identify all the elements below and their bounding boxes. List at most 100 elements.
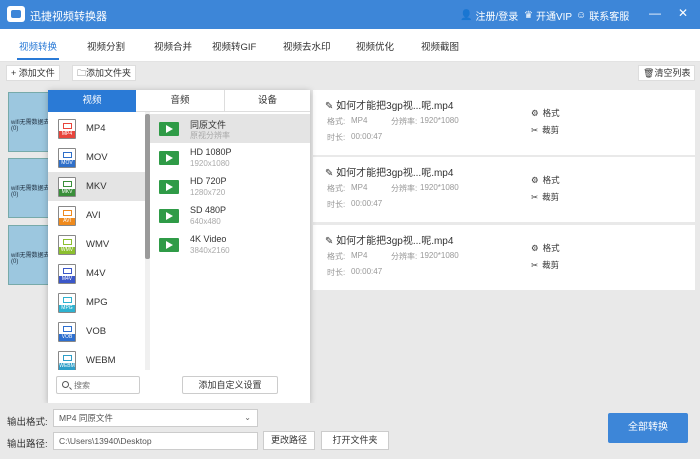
file-name: ✎ 如何才能把3gp视...呢.mp4 <box>325 101 454 112</box>
video-thumbnail[interactable]: wifi无需数据去(0) <box>8 225 52 285</box>
user-icon: 👤 <box>460 10 473 21</box>
format-popup: 视频 音频 设备 MP4 MP4 MOV MOV MKV MKV AVI AVI WMV WMV M… <box>48 90 310 403</box>
format-label: MOV <box>86 152 108 163</box>
support-button[interactable]: ☺ 联系客服 <box>576 8 629 23</box>
output-format-label: 输出格式: <box>7 417 48 428</box>
main-tabs: 视频转换 视频分割 视频合并 视频转GIF 视频去水印 视频优化 视频截图 <box>0 29 700 62</box>
bottom-bar: 输出格式: MP4 同原文件 ⌄ 输出路径: C:\Users\13940\De… <box>0 403 700 459</box>
format-label: 格式: <box>327 184 346 193</box>
format-label: MKV <box>86 181 107 192</box>
cut-button[interactable]: ✂ 裁剪 <box>531 259 559 271</box>
quality-resolution: 3840x2160 <box>190 246 230 255</box>
video-thumbnail[interactable]: wifi无需数据去(0) <box>8 92 52 152</box>
video-icon <box>159 122 179 136</box>
format-value: MP4 <box>351 251 368 260</box>
duration-label: 时长: <box>327 200 346 209</box>
tab-video-to-gif[interactable]: 视频转GIF <box>212 39 256 53</box>
format-search-input[interactable] <box>74 379 136 391</box>
output-path-label: 输出路径: <box>7 439 48 450</box>
format-value: MP4 <box>351 183 368 192</box>
resolution-value: 1920*1080 <box>420 183 459 192</box>
format-settings-button[interactable]: ⚙ 格式 <box>531 107 560 119</box>
tab-audio-formats[interactable]: 音频 <box>136 90 224 112</box>
app-logo-icon <box>7 6 25 22</box>
add-folder-button[interactable]: 🗀添加文件夹 <box>72 65 137 81</box>
tab-video-formats[interactable]: 视频 <box>48 90 136 112</box>
quality-name: HD 1080P <box>190 147 232 157</box>
plus-icon: + <box>11 68 17 78</box>
quality-item[interactable]: SD 480P 640x480 <box>150 201 310 230</box>
tab-video-merge[interactable]: 视频合并 <box>154 39 192 53</box>
convert-all-button[interactable]: 全部转换 <box>608 413 688 443</box>
format-item-mpg[interactable]: MPG MPG <box>48 288 145 317</box>
format-item-wmv[interactable]: WMV WMV <box>48 230 145 259</box>
format-item-mp4[interactable]: MP4 MP4 <box>48 114 145 143</box>
quality-resolution: 640x480 <box>190 217 221 226</box>
format-settings-button[interactable]: ⚙ 格式 <box>531 242 560 254</box>
gear-icon: ⚙ <box>531 242 539 253</box>
format-search-field[interactable] <box>56 376 140 394</box>
gear-icon: ⚙ <box>531 107 539 118</box>
quality-item[interactable]: HD 720P 1280x720 <box>150 172 310 201</box>
quality-item[interactable]: HD 1080P 1920x1080 <box>150 143 310 172</box>
video-thumbnail[interactable]: wifi无需数据去(0) <box>8 158 52 218</box>
output-path-field[interactable]: C:\Users\13940\Desktop <box>53 432 258 450</box>
format-item-mkv[interactable]: MKV MKV <box>48 172 145 201</box>
file-row[interactable]: ✎ 如何才能把3gp视...呢.mp4 格式: MP4 分辨率: 1920*10… <box>313 157 695 222</box>
output-format-value: MP4 同原文件 <box>59 413 113 423</box>
open-folder-button[interactable]: 打开文件夹 <box>321 431 389 450</box>
vip-icon: ♛ <box>524 10 533 21</box>
tab-video-split[interactable]: 视频分割 <box>87 39 125 53</box>
app-title: 迅捷视频转换器 <box>30 11 107 23</box>
tab-video-convert[interactable]: 视频转换 <box>16 39 60 60</box>
clear-list-button[interactable]: 🗑清空列表 <box>638 65 696 81</box>
tab-remove-watermark[interactable]: 视频去水印 <box>283 39 331 53</box>
format-item-vob[interactable]: VOB VOB <box>48 317 145 346</box>
format-label: MPG <box>86 297 108 308</box>
format-item-webm[interactable]: WEBM WEBM <box>48 346 145 370</box>
duration-value: 00:00:47 <box>351 199 383 208</box>
support-icon: ☺ <box>576 10 587 21</box>
close-button[interactable]: ✕ <box>676 6 690 20</box>
vip-button[interactable]: ♛ 开通VIP <box>524 8 572 23</box>
video-file-icon: VOB <box>58 322 76 342</box>
edit-icon: ✎ <box>325 101 334 112</box>
quality-item[interactable]: 4K Video 3840x2160 <box>150 230 310 259</box>
format-settings-button[interactable]: ⚙ 格式 <box>531 174 560 186</box>
scissors-icon: ✂ <box>531 191 539 202</box>
change-path-button[interactable]: 更改路径 <box>263 431 315 450</box>
tab-video-screenshot[interactable]: 视频截图 <box>421 39 459 53</box>
video-file-icon: WMV <box>58 235 76 255</box>
resolution-label: 分辨率: <box>391 117 418 126</box>
format-item-m4v[interactable]: M4V M4V <box>48 259 145 288</box>
duration-label: 时长: <box>327 133 346 142</box>
video-file-icon: MKV <box>58 177 76 197</box>
resolution-value: 1920*1080 <box>420 116 459 125</box>
quality-resolution: 原视分辨率 <box>190 131 230 140</box>
quality-item[interactable]: 同原文件 原视分辨率 <box>150 114 310 143</box>
output-format-select[interactable]: MP4 同原文件 ⌄ <box>53 409 258 427</box>
cut-button[interactable]: ✂ 裁剪 <box>531 191 559 203</box>
video-file-icon: MP4 <box>58 119 76 139</box>
format-label: MP4 <box>86 123 106 134</box>
format-label: 格式: <box>327 252 346 261</box>
format-label: M4V <box>86 268 106 279</box>
resolution-value: 1920*1080 <box>420 251 459 260</box>
tab-device-formats[interactable]: 设备 <box>224 90 310 112</box>
file-row[interactable]: ✎ 如何才能把3gp视...呢.mp4 格式: MP4 分辨率: 1920*10… <box>313 225 695 290</box>
format-item-mov[interactable]: MOV MOV <box>48 143 145 172</box>
minimize-button[interactable]: — <box>648 6 662 20</box>
add-file-button[interactable]: + 添加文件 <box>6 65 60 81</box>
video-file-icon: M4V <box>58 264 76 284</box>
quality-name: SD 480P <box>190 205 227 215</box>
format-value: MP4 <box>351 116 368 125</box>
toolbar: + 添加文件 🗀添加文件夹 🗑清空列表 <box>0 62 700 84</box>
format-item-avi[interactable]: AVI AVI <box>48 201 145 230</box>
video-icon <box>159 180 179 194</box>
add-custom-setting-button[interactable]: 添加自定义设置 <box>182 376 278 394</box>
login-button[interactable]: 👤 注册/登录 <box>460 8 518 23</box>
cut-button[interactable]: ✂ 裁剪 <box>531 124 559 136</box>
tab-video-optimize[interactable]: 视频优化 <box>356 39 394 53</box>
file-row[interactable]: ✎ 如何才能把3gp视...呢.mp4 格式: MP4 分辨率: 1920*10… <box>313 90 695 155</box>
duration-value: 00:00:47 <box>351 132 383 141</box>
